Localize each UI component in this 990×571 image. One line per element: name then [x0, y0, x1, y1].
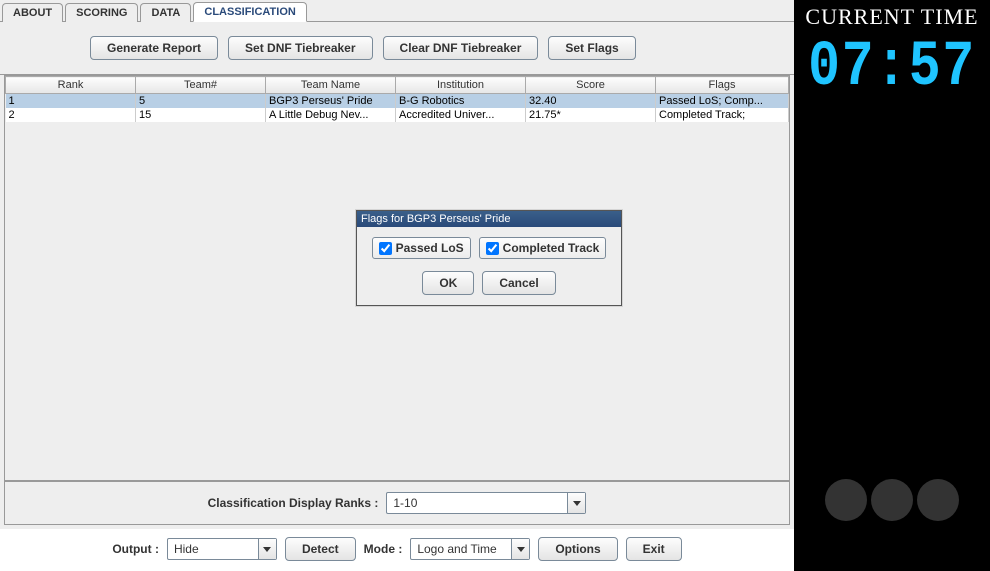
completed-track-checkbox[interactable]: Completed Track [479, 237, 607, 259]
cell-rank: 1 [6, 94, 136, 109]
mode-value: Logo and Time [411, 542, 511, 556]
cell-flags: Completed Track; [656, 108, 789, 122]
classification-display-row: Classification Display Ranks : 1-10 [4, 481, 790, 525]
output-value: Hide [168, 542, 258, 556]
cell-flags: Passed LoS; Comp... [656, 94, 789, 109]
passed-los-label: Passed LoS [396, 241, 464, 255]
mode-select[interactable]: Logo and Time [410, 538, 530, 560]
flags-dialog: Flags for BGP3 Perseus' Pride Passed LoS… [356, 210, 622, 306]
exit-button[interactable]: Exit [626, 537, 682, 561]
classification-label: Classification Display Ranks : [208, 496, 379, 510]
light-circle-icon [871, 479, 913, 521]
passed-los-input[interactable] [379, 242, 392, 255]
col-team-name[interactable]: Team Name [266, 77, 396, 94]
dialog-title: Flags for BGP3 Perseus' Pride [357, 211, 621, 227]
tab-scoring[interactable]: SCORING [65, 3, 138, 22]
chevron-down-icon [567, 493, 585, 513]
output-label: Output : [112, 542, 159, 556]
detect-button[interactable]: Detect [285, 537, 356, 561]
ok-button[interactable]: OK [422, 271, 474, 295]
output-select[interactable]: Hide [167, 538, 277, 560]
col-institution[interactable]: Institution [396, 77, 526, 94]
chevron-down-icon [511, 539, 529, 559]
mode-label: Mode : [364, 542, 403, 556]
tab-classification[interactable]: CLASSIFICATION [193, 2, 306, 22]
cell-team: 15 [136, 108, 266, 122]
col-rank[interactable]: Rank [6, 77, 136, 94]
tab-about[interactable]: ABOUT [2, 3, 63, 22]
table-header-row: Rank Team# Team Name Institution Score F… [6, 77, 789, 94]
options-button[interactable]: Options [538, 537, 617, 561]
chevron-down-icon [258, 539, 276, 559]
table-row[interactable]: 2 15 A Little Debug Nev... Accredited Un… [6, 108, 789, 122]
clock-panel: CURRENT TIME 07:57 [794, 0, 990, 571]
classification-ranks-value: 1-10 [387, 496, 567, 510]
col-team-num[interactable]: Team# [136, 77, 266, 94]
clear-dnf-button[interactable]: Clear DNF Tiebreaker [383, 36, 539, 60]
cell-score: 32.40 [526, 94, 656, 109]
completed-track-label: Completed Track [503, 241, 600, 255]
cancel-button[interactable]: Cancel [482, 271, 555, 295]
cell-inst: B-G Robotics [396, 94, 526, 109]
completed-track-input[interactable] [486, 242, 499, 255]
cell-name: BGP3 Perseus' Pride [266, 94, 396, 109]
footer-bar: Output : Hide Detect Mode : Logo and Tim… [0, 529, 794, 571]
cell-name: A Little Debug Nev... [266, 108, 396, 122]
table-row[interactable]: 1 5 BGP3 Perseus' Pride B-G Robotics 32.… [6, 94, 789, 109]
classification-ranks-select[interactable]: 1-10 [386, 492, 586, 514]
col-score[interactable]: Score [526, 77, 656, 94]
cell-rank: 2 [6, 108, 136, 122]
clock-time: 07:57 [808, 30, 976, 112]
toolbar: Generate Report Set DNF Tiebreaker Clear… [0, 22, 794, 75]
cell-team: 5 [136, 94, 266, 109]
light-circle-icon [825, 479, 867, 521]
cell-score: 21.75* [526, 108, 656, 122]
light-circle-icon [917, 479, 959, 521]
tab-data[interactable]: DATA [140, 3, 191, 22]
generate-report-button[interactable]: Generate Report [90, 36, 218, 60]
clock-title: CURRENT TIME [805, 0, 978, 30]
cell-inst: Accredited Univer... [396, 108, 526, 122]
set-dnf-button[interactable]: Set DNF Tiebreaker [228, 36, 373, 60]
col-flags[interactable]: Flags [656, 77, 789, 94]
traffic-lights [825, 479, 959, 521]
set-flags-button[interactable]: Set Flags [548, 36, 635, 60]
tab-strip: ABOUT SCORING DATA CLASSIFICATION [0, 0, 794, 22]
passed-los-checkbox[interactable]: Passed LoS [372, 237, 471, 259]
